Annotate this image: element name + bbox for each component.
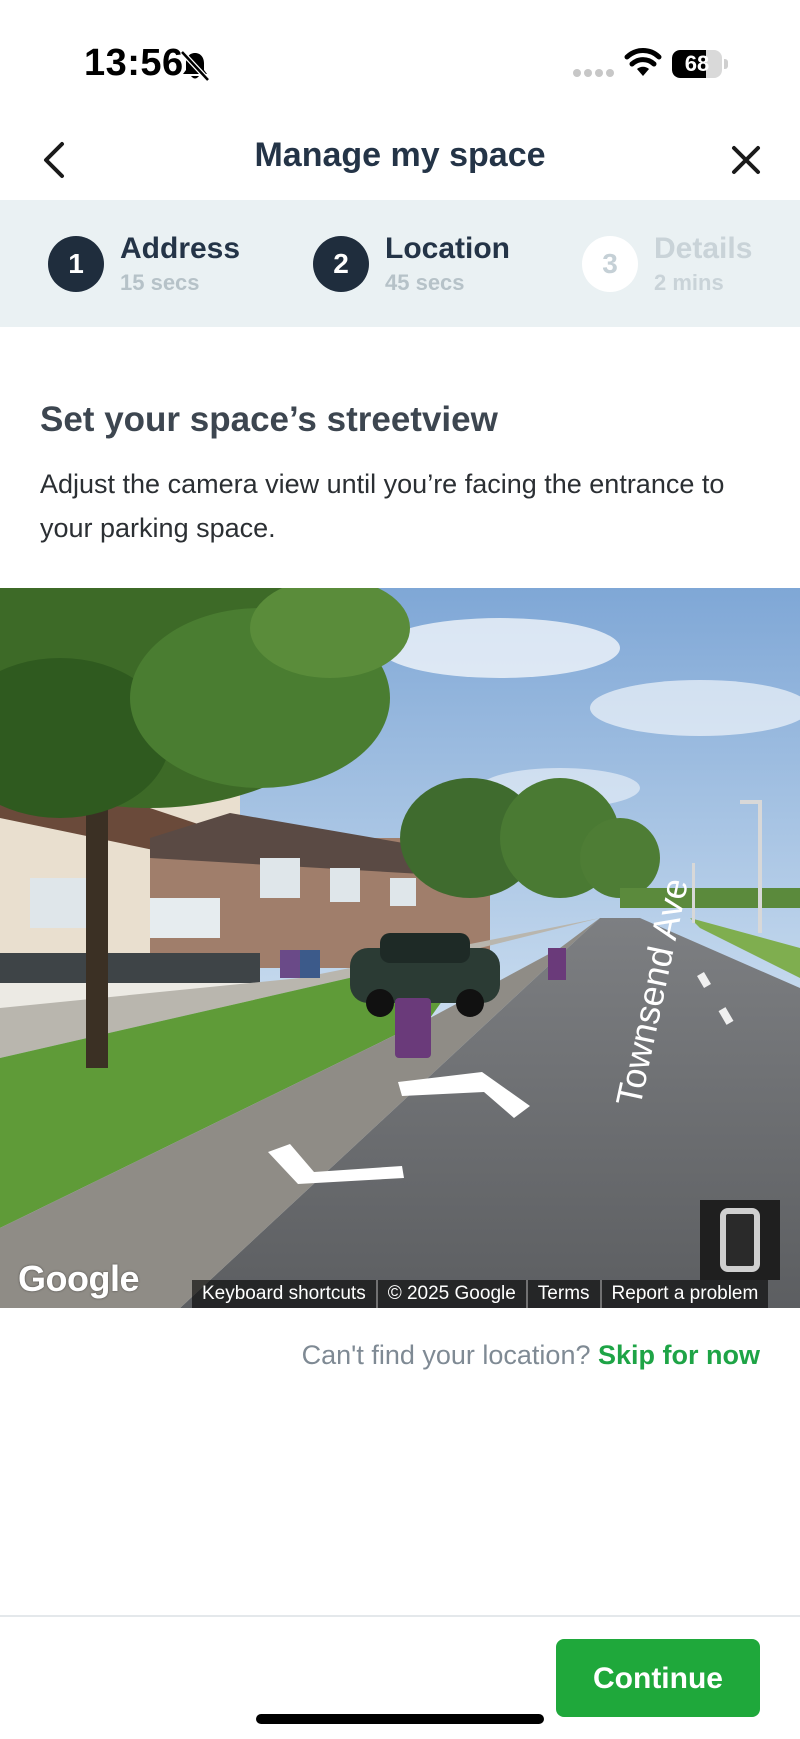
step-duration: 2 mins: [654, 270, 724, 295]
status-bar: 13:56 68: [0, 0, 800, 120]
copyright-text: © 2025 Google: [375, 1280, 526, 1308]
step-number-badge: 2: [313, 236, 369, 292]
streetview-panorama[interactable]: Townsend Ave Google Keyboard shortcuts ©…: [0, 588, 800, 1308]
report-problem-link[interactable]: Report a problem: [599, 1280, 769, 1308]
step-number-badge: 3: [582, 236, 638, 292]
status-time: 13:56: [84, 42, 184, 84]
step-duration: 15 secs: [120, 270, 200, 295]
step-number-badge: 1: [48, 236, 104, 292]
continue-button[interactable]: Continue: [556, 1639, 760, 1717]
streetview-image: Townsend Ave: [0, 588, 800, 1308]
phone-orientation-icon: [720, 1208, 760, 1272]
navigation-arrow-icon[interactable]: [268, 1144, 406, 1190]
step-title: Location: [385, 232, 510, 265]
battery-icon: 68: [672, 50, 730, 78]
battery-percentage: 68: [684, 51, 710, 76]
terms-link[interactable]: Terms: [525, 1280, 600, 1308]
footer-divider: [0, 1615, 800, 1617]
header: Manage my space: [0, 120, 800, 200]
navigation-arrow-icon[interactable]: [392, 1072, 532, 1118]
home-indicator: [256, 1714, 544, 1724]
skip-question: Can't find your location?: [301, 1340, 591, 1370]
step-duration: 45 secs: [385, 270, 465, 295]
phone-orientation-button[interactable]: [700, 1200, 780, 1280]
close-icon[interactable]: [724, 138, 768, 182]
progress-steps: 1 Address 15 secs 2 Location 45 secs 3 D…: [0, 200, 800, 327]
map-attribution-bar: Keyboard shortcuts © 2025 Google Terms R…: [192, 1280, 769, 1308]
skip-for-now-link[interactable]: Skip for now: [598, 1340, 760, 1370]
step-title: Details: [654, 232, 753, 265]
wifi-icon: [624, 48, 662, 76]
cellular-signal-icon: [573, 69, 614, 77]
keyboard-shortcuts-link[interactable]: Keyboard shortcuts: [192, 1280, 376, 1308]
step-title: Address: [120, 232, 241, 265]
google-logo: Google: [18, 1258, 140, 1299]
section-description: Adjust the camera view until you’re faci…: [40, 469, 725, 543]
section-title: Set your space’s streetview: [40, 400, 498, 439]
page-title: Manage my space: [254, 136, 546, 174]
skip-prompt: Can't find your location? Skip for now: [0, 1340, 760, 1371]
bell-muted-icon: [180, 50, 210, 82]
